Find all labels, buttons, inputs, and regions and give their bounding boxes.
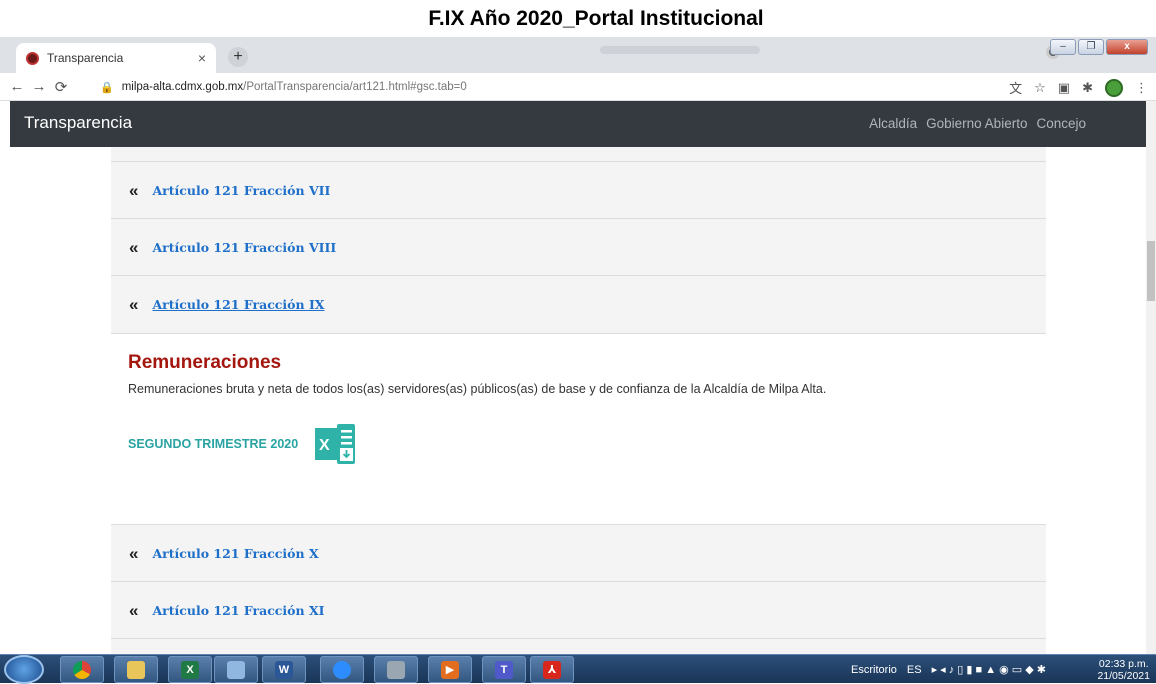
clock-date: 21/05/2021 <box>1097 670 1150 682</box>
tray-icons[interactable]: ▸ ◂ ♪ ▯ ▮ ■ ▲ ◉ ▭ ◆ ✱ <box>932 663 1046 676</box>
url-host: milpa-alta.cdmx.gob.mx <box>121 81 244 93</box>
accordion-item-fraccion-vii[interactable]: « Artículo 121 Fracción VII <box>111 161 1046 219</box>
site-navbar: Transparencia Alcaldía Gobierno Abierto … <box>10 101 1146 147</box>
chevron-left-icon: « <box>129 180 139 200</box>
lock-icon: 🔒 <box>100 81 114 94</box>
taskbar-teams[interactable]: T <box>482 656 526 683</box>
close-window-icon[interactable]: x <box>1106 39 1148 55</box>
accordion-item-fraccion-viii[interactable]: « Artículo 121 Fracción VIII <box>111 218 1046 276</box>
taskbar-explorer[interactable] <box>114 656 158 683</box>
document-caption: F.IX Año 2020_Portal Institucional <box>428 7 764 30</box>
download-link[interactable]: SEGUNDO TRIMESTRE 2020 <box>128 437 298 451</box>
article-link[interactable]: Artículo 121 Fracción X <box>152 546 318 561</box>
restore-icon[interactable]: ❐ <box>1078 39 1104 55</box>
clock-time: 02:33 p.m. <box>1098 658 1149 670</box>
translate-icon[interactable]: 文 <box>1009 78 1022 97</box>
chrome-icon <box>73 660 91 679</box>
download-row: SEGUNDO TRIMESTRE 2020 X <box>128 422 1046 466</box>
article-link[interactable]: Artículo 121 Fracción VIII <box>152 240 336 255</box>
article-link[interactable]: Artículo 121 Fracción VII <box>152 183 330 198</box>
tab-title: Transparencia <box>47 51 124 65</box>
calculator-icon <box>387 660 405 679</box>
tab-close-icon[interactable]: × <box>198 50 206 66</box>
excel-icon: X <box>181 660 199 679</box>
word-icon: W <box>275 660 293 679</box>
address-bar[interactable]: 🔒 milpa-alta.cdmx.gob.mx/PortalTranspare… <box>100 76 980 98</box>
menu-kebab-icon[interactable]: ⋮ <box>1135 80 1148 96</box>
scrollbar-thumb[interactable] <box>1147 241 1155 301</box>
folder-icon <box>127 660 145 679</box>
page-content: « Artículo 121 Fracción VII « Artículo 121… <box>10 147 1146 654</box>
url-path: /PortalTransparencia/art121.html#gsc.tab… <box>243 81 467 93</box>
article-link[interactable]: Artículo 121 Fracción XI <box>152 603 324 618</box>
chevron-left-icon: « <box>129 600 139 620</box>
section-description: Remuneraciones bruta y neta de todos los… <box>128 382 827 396</box>
page-scrollbar[interactable] <box>1146 101 1156 654</box>
minimize-icon[interactable]: – <box>1050 39 1076 55</box>
pdf-extension-icon[interactable]: ▣ <box>1058 80 1070 96</box>
bookmark-star-icon[interactable]: ☆ <box>1034 80 1046 96</box>
excel-download-icon[interactable]: X <box>313 422 357 466</box>
paint-icon <box>227 660 245 679</box>
window-controls: – ❐ x <box>1050 39 1148 55</box>
taskbar-zoom[interactable] <box>320 656 364 683</box>
taskbar-word[interactable]: W <box>262 656 306 683</box>
accordion-item-fraccion-ix[interactable]: « Artículo 121 Fracción IX <box>111 275 1046 333</box>
section-title: Remuneraciones <box>128 352 282 373</box>
nav-link-alcaldia[interactable]: Alcaldía <box>869 116 917 131</box>
accordion-item-fraccion-xi[interactable]: « Artículo 121 Fracción XI <box>111 581 1046 639</box>
taskbar-chrome[interactable] <box>60 656 104 683</box>
nav-link-concejo[interactable]: Concejo <box>1036 116 1086 131</box>
taskbar-media[interactable]: ▶ <box>428 656 472 683</box>
chevron-left-icon: « <box>129 543 139 563</box>
browser-tab-strip: Transparencia × + – ❐ x <box>0 37 1156 73</box>
taskbar-excel[interactable]: X <box>168 656 212 683</box>
teams-icon: T <box>495 660 513 679</box>
chevron-left-icon: « <box>129 237 139 257</box>
acrobat-icon: ⅄ <box>543 660 561 679</box>
favicon-icon <box>26 51 39 65</box>
zoom-icon <box>333 660 351 679</box>
browser-tab[interactable]: Transparencia × <box>16 43 216 73</box>
accordion-detail-panel: Remuneraciones Remuneraciones bruta y ne… <box>111 333 1046 524</box>
windows-taskbar: X W ▶ T ⅄ Escritorio ES ▸ ◂ ♪ ▯ ▮ ■ ▲ ◉ … <box>0 654 1156 684</box>
article-link-active[interactable]: Artículo 121 Fracción IX <box>152 297 324 312</box>
media-player-icon: ▶ <box>441 660 459 679</box>
site-nav-links: Alcaldía Gobierno Abierto Concejo <box>869 116 1086 131</box>
back-icon[interactable]: ← <box>6 78 28 95</box>
svg-text:X: X <box>319 437 330 454</box>
taskbar-calculator[interactable] <box>374 656 418 683</box>
browser-toolbar: ← → ⟳ 🔒 milpa-alta.cdmx.gob.mx/PortalTra… <box>0 73 1156 101</box>
taskbar-acrobat[interactable]: ⅄ <box>530 656 574 683</box>
forward-icon[interactable]: → <box>28 78 50 95</box>
taskbar-clock[interactable]: 02:33 p.m. 21/05/2021 <box>1097 658 1150 682</box>
system-tray: Escritorio ES ▸ ◂ ♪ ▯ ▮ ■ ▲ ◉ ▭ ◆ ✱ <box>851 663 1046 677</box>
language-indicator[interactable]: ES <box>907 664 922 676</box>
reload-icon[interactable]: ⟳ <box>50 78 72 96</box>
new-tab-button[interactable]: + <box>228 47 248 67</box>
site-brand[interactable]: Transparencia <box>24 113 132 133</box>
user-avatar-icon[interactable] <box>1105 78 1123 97</box>
puzzle-extensions-icon[interactable]: ✱ <box>1082 80 1093 96</box>
accordion-row-partial <box>111 638 1046 654</box>
nav-link-gobierno-abierto[interactable]: Gobierno Abierto <box>926 116 1027 131</box>
accordion-row-partial <box>111 147 1046 161</box>
chevron-left-icon: « <box>129 294 139 314</box>
extension-icons: 文 ☆ ▣ ✱ ⋮ <box>1009 78 1148 97</box>
blurred-window-title <box>600 46 760 54</box>
accordion-item-fraccion-x[interactable]: « Artículo 121 Fracción X <box>111 524 1046 582</box>
start-button-icon[interactable] <box>4 655 44 684</box>
desktop-toolbar[interactable]: Escritorio <box>851 664 897 676</box>
taskbar-paint[interactable] <box>214 656 258 683</box>
